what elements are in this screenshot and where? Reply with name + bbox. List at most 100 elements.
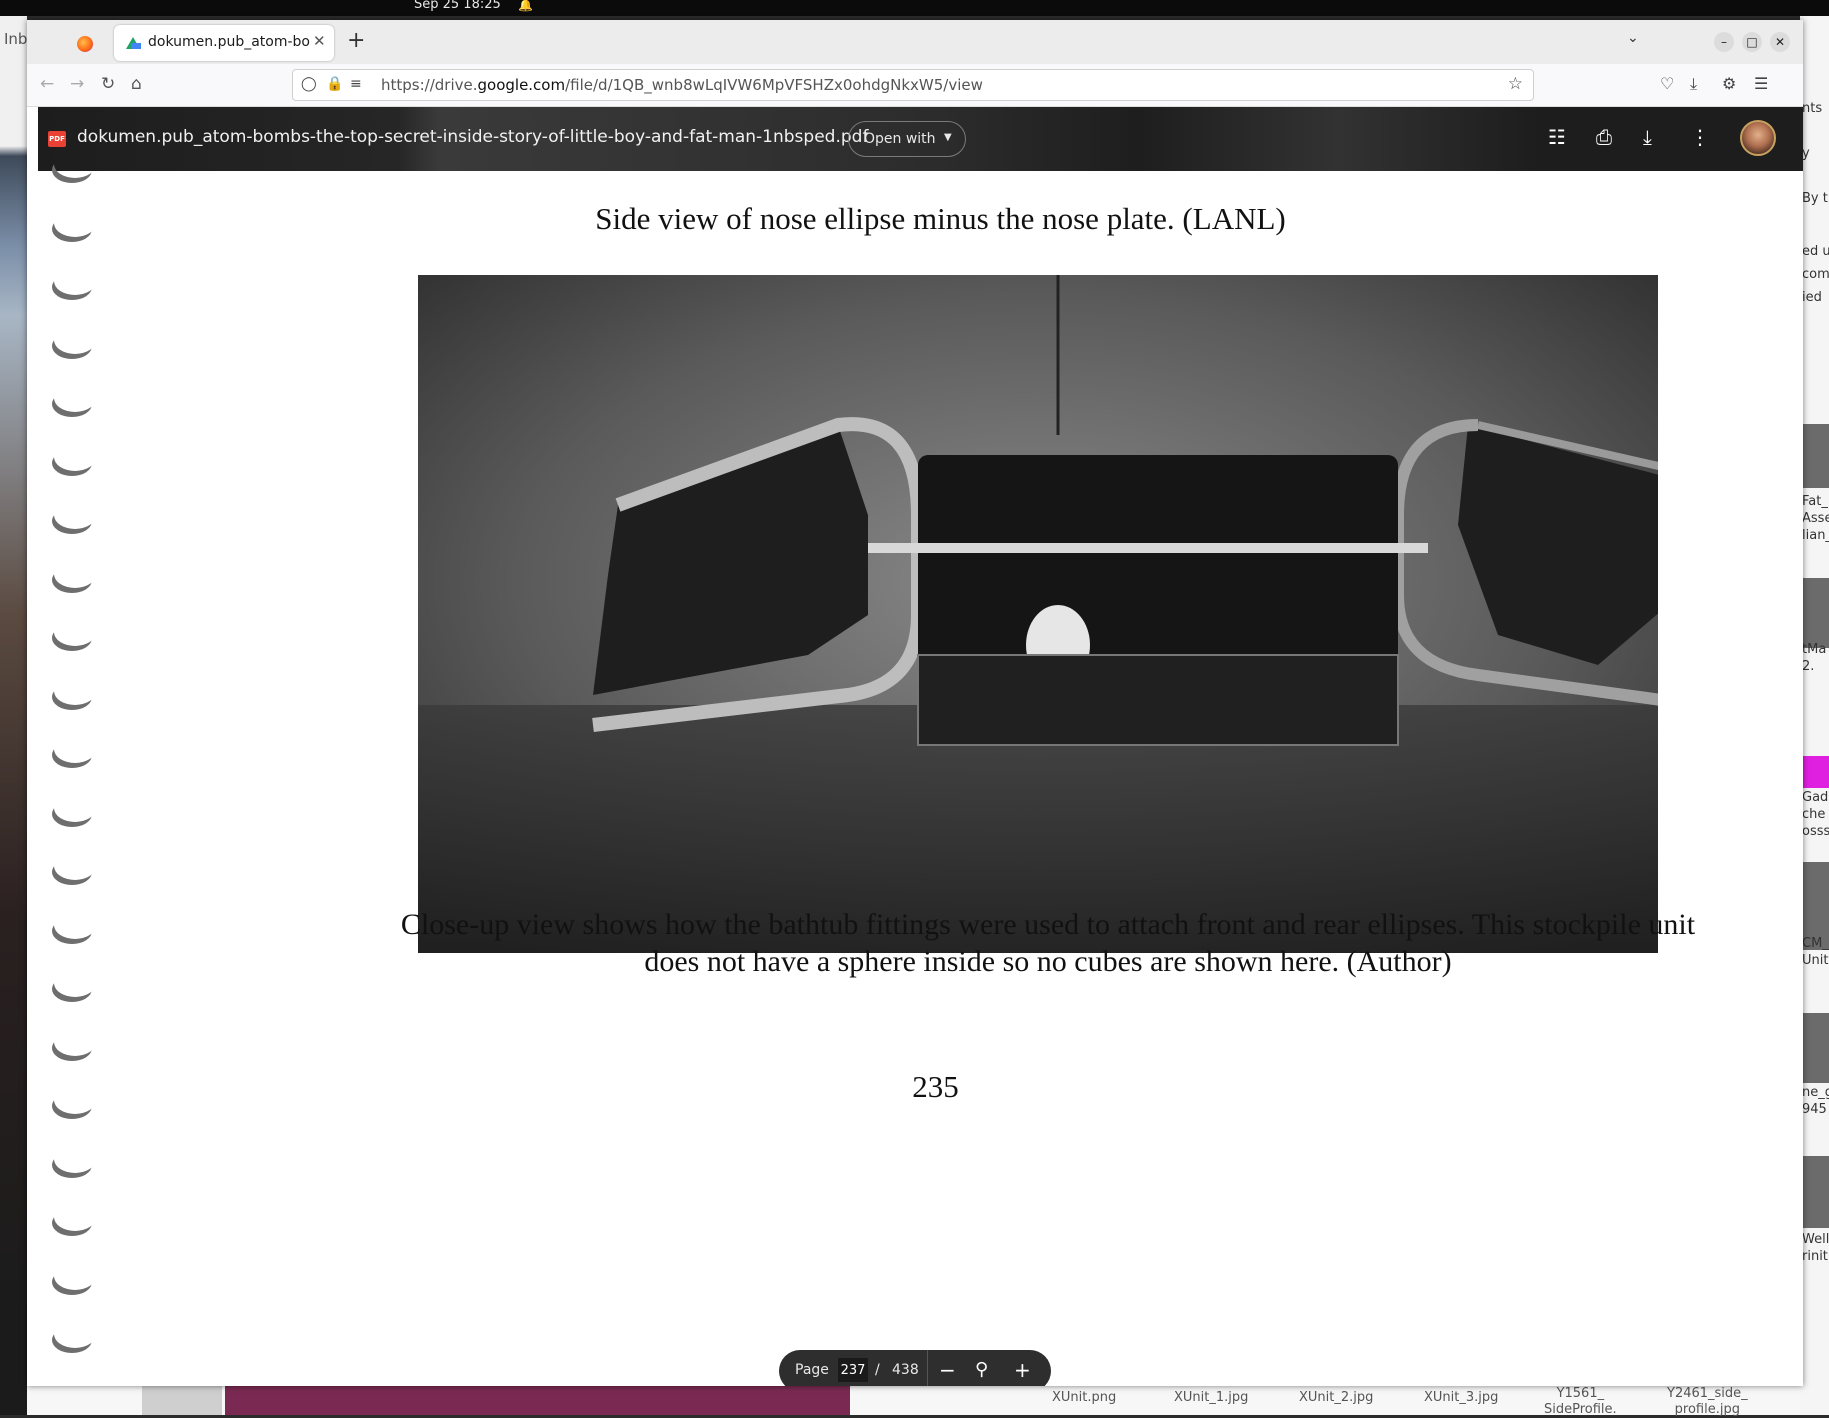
system-top-bar: Sep 25 18:25 🔔 — [0, 0, 1829, 16]
spiral-ring — [52, 801, 92, 827]
spiral-ring — [52, 1152, 92, 1178]
open-with-button[interactable]: Open with ▼ — [848, 121, 966, 157]
document-photo — [418, 275, 1658, 953]
printed-page-number: 235 — [912, 1069, 959, 1104]
add-comment-icon[interactable]: ☷ — [1548, 125, 1566, 149]
page-number-input[interactable] — [838, 1358, 868, 1382]
background-text-fragment: Welle — [1802, 1232, 1829, 1247]
file-thumbnail[interactable] — [1802, 756, 1829, 788]
spiral-ring — [52, 684, 92, 710]
file-thumbnail[interactable] — [1802, 1013, 1829, 1083]
page-label: Page — [795, 1362, 829, 1378]
page-separator: / — [875, 1362, 880, 1378]
spiral-ring — [52, 333, 92, 359]
pdf-page: Side view of nose ellipse minus the nose… — [38, 171, 1803, 1386]
background-text-fragment: osss — [1802, 824, 1829, 839]
close-tab-icon[interactable]: ✕ — [313, 32, 326, 50]
background-text-fragment: 2. — [1802, 659, 1815, 674]
spiral-ring — [52, 157, 92, 183]
reload-icon[interactable]: ↻ — [101, 74, 115, 94]
background-text-fragment: By th — [1802, 191, 1829, 206]
background-thumbnail — [142, 1386, 222, 1415]
list-all-tabs-icon[interactable]: ⌄ — [1627, 30, 1639, 46]
background-window-left: Inb — [0, 16, 27, 1415]
divider — [927, 1350, 928, 1386]
file-name: dokumen.pub_atom-bombs-the-top-secret-in… — [77, 127, 869, 147]
background-text-fragment: Asse — [1802, 511, 1829, 526]
zoom-out-icon[interactable]: − — [939, 1358, 956, 1382]
background-text-fragment: ied — [1802, 290, 1822, 305]
file-label[interactable]: XUnit_2.jpg — [1299, 1390, 1373, 1406]
firefox-view-icon[interactable] — [77, 36, 93, 52]
spiral-ring — [52, 567, 92, 593]
url-bar[interactable]: ◯ 🔒 ≡ https://drive.google.com/file/d/1Q… — [292, 69, 1534, 101]
spiral-ring — [52, 859, 92, 885]
print-icon[interactable]: ⎙ — [1596, 125, 1612, 149]
spiral-ring — [52, 450, 92, 476]
file-thumbnail[interactable] — [1802, 424, 1829, 488]
file-label[interactable]: Y2461_side_ profile.jpg — [1667, 1386, 1748, 1418]
spiral-ring — [52, 1035, 92, 1061]
background-text-fragment: Gad — [1802, 790, 1829, 805]
background-text-fragment: Unit — [1802, 953, 1829, 968]
more-options-icon[interactable]: ⋮ — [1690, 125, 1710, 149]
system-clock[interactable]: Sep 25 18:25 — [414, 0, 501, 12]
app-menu-icon[interactable]: ☰ — [1754, 74, 1768, 93]
background-text-fragment: ed u — [1802, 244, 1829, 259]
chevron-down-icon: ▼ — [944, 132, 952, 143]
drive-pdf-viewer: PDF dokumen.pub_atom-bombs-the-top-secre… — [38, 107, 1803, 1386]
zoom-in-icon[interactable]: + — [1014, 1358, 1031, 1382]
file-label[interactable]: XUnit.png — [1052, 1390, 1116, 1406]
file-thumbnail[interactable] — [1802, 578, 1829, 648]
pdf-file-icon: PDF — [48, 131, 66, 147]
zoom-reset-icon[interactable]: ⚲ — [975, 1359, 988, 1380]
new-tab-icon[interactable]: + — [347, 28, 365, 53]
spiral-ring — [52, 1327, 92, 1353]
tracking-protection-icon[interactable]: ◯ — [301, 76, 317, 92]
tab-bar: dokumen.pub_atom-bombs-the-top-secret-in… — [27, 20, 1803, 64]
notification-bell-icon[interactable]: 🔔 — [518, 0, 533, 12]
page-navigation-control: Page / 438 − ⚲ + — [779, 1350, 1051, 1386]
extensions-icon[interactable]: ⚙ — [1722, 74, 1736, 93]
minimize-icon[interactable]: – — [1714, 32, 1734, 52]
browser-window: dokumen.pub_atom-bombs-the-top-secret-in… — [27, 20, 1803, 1386]
background-text-fragment: 945 — [1802, 1102, 1827, 1117]
close-window-icon[interactable]: ✕ — [1770, 32, 1790, 52]
background-text-fragment: Inb — [4, 30, 28, 48]
downloads-icon[interactable]: ⤓ — [1690, 74, 1697, 94]
spiral-ring — [52, 508, 92, 534]
open-with-label: Open with — [864, 131, 936, 147]
tab-title: dokumen.pub_atom-bombs-the-top-secret-in… — [148, 34, 310, 50]
background-text-fragment: y — [1802, 146, 1810, 161]
account-avatar[interactable] — [1740, 120, 1776, 156]
total-pages: 438 — [892, 1362, 919, 1378]
home-icon[interactable]: ⌂ — [131, 74, 142, 94]
forward-icon[interactable]: → — [70, 74, 84, 94]
file-label[interactable]: XUnit_1.jpg — [1174, 1390, 1248, 1406]
back-icon[interactable]: ← — [40, 74, 54, 94]
spiral-ring — [52, 274, 92, 300]
nose-ellipse-photo — [418, 275, 1658, 953]
file-thumbnail[interactable] — [1802, 1156, 1829, 1228]
bookmark-star-icon[interactable]: ☆ — [1508, 74, 1523, 94]
permissions-icon[interactable]: ≡ — [350, 76, 362, 92]
spiral-ring — [52, 391, 92, 417]
spiral-ring — [52, 742, 92, 768]
background-text-fragment: nts — [1802, 101, 1823, 116]
spiral-ring — [52, 976, 92, 1002]
url-text[interactable]: https://drive.google.com/file/d/1QB_wnb8… — [381, 76, 983, 94]
pocket-icon[interactable]: ♡ — [1660, 74, 1674, 93]
background-window-bottom: XUnit.png XUnit_1.jpg XUnit_2.jpg XUnit_… — [27, 1386, 1800, 1418]
maximize-icon[interactable]: □ — [1742, 32, 1762, 52]
file-label[interactable]: XUnit_3.jpg — [1424, 1390, 1498, 1406]
caption-bottom-line: does not have a sphere inside so no cube… — [644, 945, 1452, 978]
google-drive-icon — [126, 37, 141, 49]
background-text-fragment: rinit — [1802, 1249, 1828, 1264]
browser-tab-active[interactable]: dokumen.pub_atom-bombs-the-top-secret-in… — [114, 25, 334, 61]
file-label[interactable]: Y1561_ SideProfile. — [1544, 1386, 1617, 1418]
lock-icon[interactable]: 🔒 — [326, 76, 343, 92]
spiral-ring — [52, 918, 92, 944]
caption-bottom-line: Close-up view shows how the bathtub fitt… — [400, 908, 1696, 941]
download-icon[interactable]: ⤓ — [1643, 125, 1652, 149]
background-text-fragment: Fat_ — [1802, 494, 1828, 509]
